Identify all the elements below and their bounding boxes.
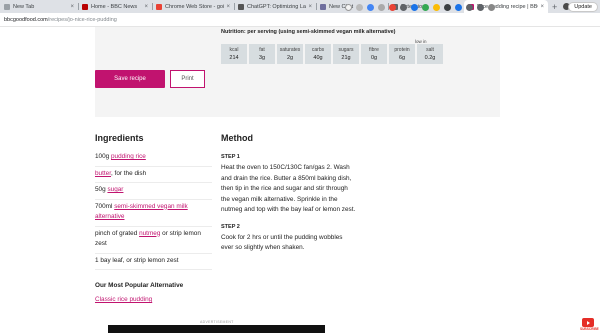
toolbar-icons [345,3,499,11]
browser-tab[interactable]: New Tab × [0,0,78,13]
extension-grey-icon[interactable] [400,3,407,11]
method-heading: Method [221,133,253,143]
nutrition-key: protein [394,47,410,53]
subscribe-label[interactable]: SUBSCRIBE [580,327,599,331]
sidebar-icon[interactable] [488,3,495,11]
ingredients-heading: Ingredients [95,133,144,143]
ingredient-item: 1 bay leaf, or strip lemon zest [95,254,212,270]
ingredient-item: 700ml semi-skimmed vegan milk alternativ… [95,200,212,227]
nutrition-cell-carbs: carbs 40g [305,44,331,64]
close-icon[interactable]: × [226,4,230,10]
tab-label: ChatGPT: Optimizing Lar [247,3,307,10]
nutrition-cell-kcal: kcal 214 [221,44,247,64]
nutrition-key: saturates [279,47,301,53]
print-button[interactable]: Print [170,70,205,88]
ingredients-list: 100g pudding rice butter, for the dish 50g… [95,150,212,270]
ingredient-link[interactable]: butter [95,170,111,177]
tab-bar: New Tab × Home - BBC News × Chrome Web Store… [0,0,600,13]
advertisement-video[interactable] [108,325,325,333]
extension-green-icon[interactable] [422,3,429,11]
tab-label: New Tab [13,3,35,10]
nutrition-value: 2g [286,55,294,61]
extension-blue-icon[interactable] [411,3,418,11]
browser-tab[interactable]: Home - BBC News × [78,0,152,13]
nutrition-cell-fat: fat 3g [249,44,275,64]
tab-label: Chrome Web Store - goin [165,3,225,10]
close-icon[interactable]: × [540,4,544,10]
bbc-icon [82,3,88,10]
nutrition-key: fibre [369,47,379,53]
step-label: STEP 2 [221,223,240,230]
nutrition-cell-protein: protein 6g [389,44,415,64]
ingredient-item: 100g pudding rice [95,150,212,167]
nutrition-key: kcal [229,47,239,53]
nutrition-cell-sugars: sugars 21g [333,44,359,64]
extension-dark-icon[interactable] [444,3,451,11]
ingredient-text: 1 bay leaf, or strip lemon zest [95,256,179,264]
nutrition-value: 0.2g [424,55,436,61]
new-tab-icon[interactable]: + [552,2,557,12]
nutrition-key: carbs [311,47,325,53]
google-icon[interactable] [367,3,374,11]
step-text: Cook for 2 hrs or until the pudding wobb… [221,233,343,252]
browser-tab[interactable]: ChatGPT: Optimizing Lar × [234,0,316,13]
nutrition-value: 214 [229,55,239,61]
nutrition-key: fat [259,47,265,53]
ingredient-text: 50g [95,186,108,193]
tab-label: Home - BBC News [91,3,138,10]
puzzle-icon[interactable] [477,3,484,11]
nutrition-value: 40g [313,55,323,61]
nutrition-title: Nutrition: per serving (using semi-skimm… [221,29,396,35]
nutrition-key: salt [426,47,434,53]
nutrition-cell-fibre: fibre 0g [361,44,387,64]
newtab-icon [4,3,10,10]
search-lens-icon[interactable] [356,3,363,11]
step-label: STEP 1 [221,154,240,160]
alternative-link[interactable]: Classic rice pudding [95,296,152,303]
star-icon[interactable] [378,3,385,11]
nutrition-key: sugars [338,47,354,53]
ingredient-item: pinch of grated nutmeg or strip lemon ze… [95,227,212,254]
nutrition-grid: kcal 214 fat 3g saturates 2g carbs 40g sugars 21g… [221,44,443,64]
method-steps: STEP 1 Heat the oven to 150C/130C fan/gas… [221,154,356,262]
close-icon[interactable]: × [144,4,148,10]
nutrition-value: 3g [258,55,266,61]
ingredient-item: 50g sugar [95,183,212,200]
browser-tab[interactable]: Chrome Web Store - goin × [152,0,234,13]
save-recipe-button[interactable]: Save recipe [95,70,165,88]
ingredient-link[interactable]: sugar [107,186,123,193]
nutrition-value: 6g [398,55,406,61]
nutrition-value: 21g [341,55,351,61]
ingredient-item: butter, for the dish [95,167,212,183]
youtube-subscribe-icon[interactable] [582,318,594,327]
nutrition-cell-saturates: saturates 2g [277,44,303,64]
ingredient-link[interactable]: pudding rice [111,153,146,160]
update-button[interactable]: Update [568,2,598,12]
ingredient-link[interactable]: nutmeg [139,230,160,237]
chrome-store-icon [156,3,162,10]
step-text: Heat the oven to 150C/130C fan/gas 2. Wa… [221,164,356,213]
extension-red-icon[interactable] [389,3,396,11]
ingredient-text: pinch of grated [95,229,140,237]
chatgpt-icon [238,3,244,10]
alternative-heading: Our Most Popular Alternative [95,282,184,289]
url-text[interactable]: bbcgoodfood.com/recipes/jo-nice-rice-pud… [4,17,117,23]
close-icon[interactable]: × [308,4,312,10]
ingredient-text: 100g [95,153,111,160]
ingredient-note: , for the dish [111,169,147,177]
address-bar[interactable]: bbcgoodfood.com/recipes/jo-nice-rice-pud… [0,13,600,27]
close-icon[interactable]: × [70,4,74,10]
chat-icon [320,3,326,10]
share-icon[interactable] [345,3,352,11]
extension-icon[interactable] [466,3,473,11]
extension-yellow-icon[interactable] [433,3,440,11]
ingredient-text: 700ml [95,202,115,210]
extension-badge-icon[interactable] [455,3,462,11]
nutrition-cell-salt: salt 0.2g [417,44,443,64]
advertisement-label: ADVERTISEMENT [200,320,234,324]
nutrition-value: 0g [370,55,378,61]
